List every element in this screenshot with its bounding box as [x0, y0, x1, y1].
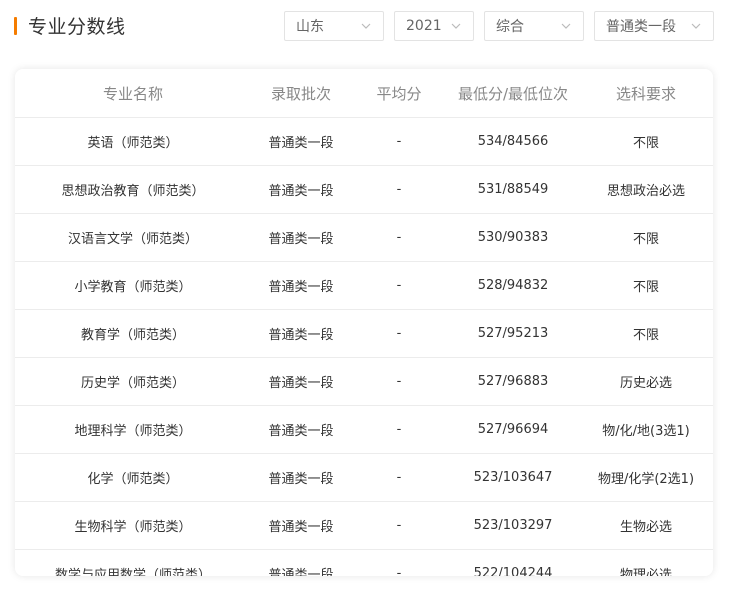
cell-average: -: [351, 213, 447, 262]
column-header-min-score-rank: 最低分/最低位次: [447, 69, 579, 118]
cell-subject-requirement: 物/化/地(3选1): [579, 405, 713, 454]
cell-subject-requirement: 物理必选: [619, 568, 672, 576]
province-select-value: 山东: [296, 19, 324, 35]
cell-major: 教育学（师范类）: [15, 309, 251, 358]
chevron-down-icon: [691, 23, 701, 29]
cell-major: 历史学（师范类）: [15, 357, 251, 406]
cell-subject-requirement: 物理/化学(2选1): [579, 453, 713, 502]
cell-subject-requirement: 生物必选: [579, 501, 713, 550]
cell-batch: 普通类一段: [251, 213, 351, 262]
column-header-batch: 录取批次: [251, 69, 351, 118]
cell-major: 汉语言文学（师范类）: [15, 213, 251, 262]
cell-major: 小学教育（师范类）: [15, 261, 251, 310]
cell-average: -: [351, 309, 447, 358]
column-header-major: 专业名称: [15, 69, 251, 118]
table-header-row: 专业名称 录取批次 平均分 最低分/最低位次 选科要求: [15, 69, 713, 118]
chevron-down-icon: [451, 23, 461, 29]
score-table: 专业名称 录取批次 平均分 最低分/最低位次 选科要求 英语（师范类） 普通类一…: [15, 69, 713, 576]
cell-min-score-rank: 527/95213: [447, 309, 579, 358]
chevron-down-icon: [561, 23, 571, 29]
header: 专业分数线 山东 2021 综合 普通类一段: [0, 0, 733, 60]
cell-subject-requirement: 不限: [579, 309, 713, 358]
table-row: 化学（师范类） 普通类一段 - 523/103647 物理/化学(2选1): [15, 453, 713, 502]
page: 专业分数线 山东 2021 综合 普通类一段 专业名称 录取批次 平均分 最低分…: [0, 0, 733, 596]
cell-batch: 普通类一段: [251, 117, 351, 166]
cell-average: -: [351, 261, 447, 310]
province-select[interactable]: 山东: [284, 11, 384, 41]
cell-major: 数学与应用数学（师范类）: [54, 568, 211, 576]
cell-average: -: [396, 566, 402, 576]
cell-average: -: [351, 357, 447, 406]
cell-batch: 普通类一段: [251, 501, 351, 550]
cell-batch: 普通类一段: [251, 357, 351, 406]
score-table-card: 专业名称 录取批次 平均分 最低分/最低位次 选科要求 英语（师范类） 普通类一…: [15, 69, 713, 576]
subject-select-value: 综合: [496, 19, 524, 35]
cell-major: 地理科学（师范类）: [15, 405, 251, 454]
cell-min-score-rank: 523/103297: [447, 501, 579, 550]
filter-bar: 山东 2021 综合 普通类一段: [284, 11, 714, 41]
cell-major: 英语（师范类）: [15, 117, 251, 166]
page-title: 专业分数线: [28, 16, 126, 38]
cell-average: -: [351, 453, 447, 502]
cell-major: 生物科学（师范类）: [15, 501, 251, 550]
cell-batch: 普通类一段: [251, 261, 351, 310]
cell-batch: 普通类一段: [268, 568, 334, 576]
table-row: 地理科学（师范类） 普通类一段 - 527/96694 物/化/地(3选1): [15, 405, 713, 454]
table-row: 生物科学（师范类） 普通类一段 - 523/103297 生物必选: [15, 501, 713, 550]
cell-major: 思想政治教育（师范类）: [15, 165, 251, 214]
column-header-subject-requirement: 选科要求: [579, 69, 713, 118]
cell-subject-requirement: 思想政治必选: [579, 165, 713, 214]
cell-min-score-rank: 522/104244: [473, 566, 553, 576]
batch-select-value: 普通类一段: [606, 19, 676, 35]
cell-min-score-rank: 531/88549: [447, 165, 579, 214]
batch-select[interactable]: 普通类一段: [594, 11, 714, 41]
cell-batch: 普通类一段: [251, 165, 351, 214]
cell-batch: 普通类一段: [251, 453, 351, 502]
table-row: 小学教育（师范类） 普通类一段 - 528/94832 不限: [15, 261, 713, 310]
cell-average: -: [351, 501, 447, 550]
cell-min-score-rank: 528/94832: [447, 261, 579, 310]
cell-batch: 普通类一段: [251, 405, 351, 454]
cell-min-score-rank: 523/103647: [447, 453, 579, 502]
cell-subject-requirement: 不限: [579, 213, 713, 262]
cell-min-score-rank: 527/96694: [447, 405, 579, 454]
cell-min-score-rank: 527/96883: [447, 357, 579, 406]
cell-major: 化学（师范类）: [15, 453, 251, 502]
cell-min-score-rank: 530/90383: [447, 213, 579, 262]
cell-subject-requirement: 不限: [579, 117, 713, 166]
cell-subject-requirement: 不限: [579, 261, 713, 310]
title-wrap: 专业分数线: [14, 12, 126, 39]
chevron-down-icon: [361, 23, 371, 29]
cell-min-score-rank: 534/84566: [447, 117, 579, 166]
table-row: 思想政治教育（师范类） 普通类一段 - 531/88549 思想政治必选: [15, 165, 713, 214]
table-row: 数学与应用数学（师范类） 普通类一段 - 522/104244 物理必选: [15, 550, 713, 576]
cell-subject-requirement: 历史必选: [579, 357, 713, 406]
cell-average: -: [351, 165, 447, 214]
table-row: 教育学（师范类） 普通类一段 - 527/95213 不限: [15, 309, 713, 358]
cell-batch: 普通类一段: [251, 309, 351, 358]
subject-select[interactable]: 综合: [484, 11, 584, 41]
year-select[interactable]: 2021: [394, 11, 474, 41]
year-select-value: 2021: [406, 18, 442, 34]
table-row: 英语（师范类） 普通类一段 - 534/84566 不限: [15, 117, 713, 166]
cell-average: -: [351, 117, 447, 166]
column-header-average: 平均分: [351, 69, 447, 118]
cell-average: -: [351, 405, 447, 454]
table-row: 汉语言文学（师范类） 普通类一段 - 530/90383 不限: [15, 213, 713, 262]
table-row: 历史学（师范类） 普通类一段 - 527/96883 历史必选: [15, 357, 713, 406]
title-accent-bar: [14, 16, 17, 35]
